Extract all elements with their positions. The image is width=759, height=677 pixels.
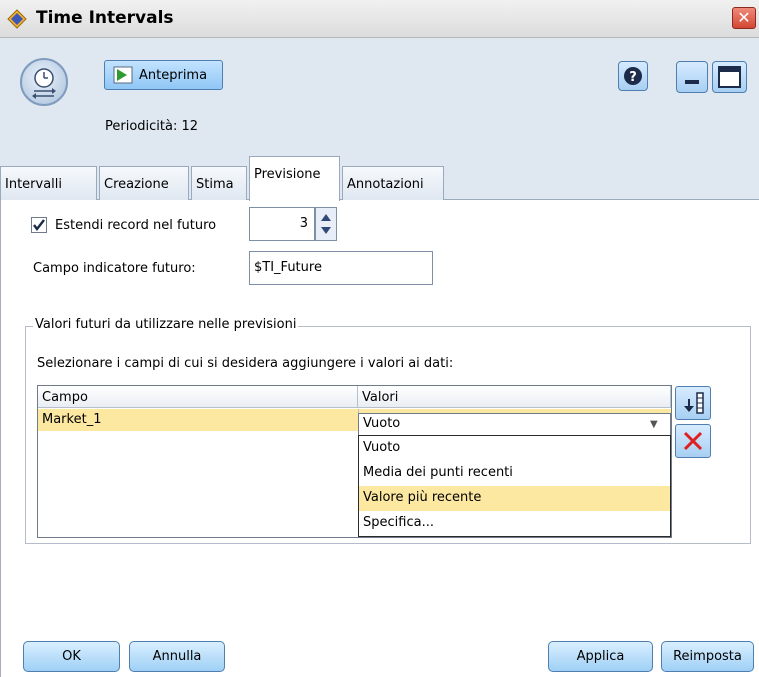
- checkmark-icon: [33, 219, 45, 231]
- periodicity-label: Periodicità: 12: [105, 119, 199, 134]
- preview-button[interactable]: Anteprima: [104, 60, 223, 90]
- delete-x-icon: [683, 431, 703, 451]
- spinner-arrows[interactable]: [315, 207, 337, 241]
- extend-records-label: Estendi record nel futuro: [55, 218, 217, 233]
- tab-label: Stima: [196, 177, 234, 192]
- tab-label: Creazione: [104, 177, 169, 192]
- dropdown-option[interactable]: Media dei punti recenti: [359, 461, 670, 486]
- apply-button[interactable]: Applica: [548, 641, 653, 672]
- help-icon: ?: [624, 67, 642, 85]
- preview-label: Anteprima: [139, 67, 208, 83]
- dropdown-option[interactable]: Specifica...: [359, 511, 670, 536]
- play-table-icon: [113, 66, 133, 84]
- tab-annotazioni[interactable]: Annotazioni: [342, 166, 444, 200]
- tab-label: Annotazioni: [347, 177, 424, 192]
- tab-label: Intervalli: [5, 177, 63, 192]
- reset-button[interactable]: Reimposta: [661, 641, 754, 672]
- future-records-spinner[interactable]: 3: [249, 207, 315, 241]
- maximize-button[interactable]: [712, 61, 747, 93]
- group-title: Valori futuri da utilizzare nelle previs…: [33, 317, 299, 332]
- table-cell-campo[interactable]: Market_1: [38, 409, 358, 431]
- minimize-button[interactable]: [676, 61, 708, 93]
- spinner-up-down-icon: [321, 214, 331, 234]
- dropdown-option-highlighted[interactable]: Valore più recente: [359, 486, 670, 511]
- svg-text:?: ?: [629, 70, 637, 85]
- dropdown-option[interactable]: Vuoto: [359, 436, 670, 461]
- field-picker-icon: [684, 392, 704, 414]
- chevron-down-icon[interactable]: ▼: [650, 419, 658, 430]
- close-icon: ✕: [737, 8, 751, 27]
- minimize-icon: [685, 80, 699, 84]
- cancel-button[interactable]: Annulla: [129, 641, 225, 672]
- diamond-node-icon: [6, 8, 28, 30]
- valori-combobox[interactable]: Vuoto: [358, 413, 671, 436]
- ok-button[interactable]: OK: [23, 641, 120, 672]
- tab-stima[interactable]: Stima: [191, 166, 247, 200]
- add-field-button[interactable]: [675, 386, 711, 420]
- window-title: Time Intervals: [36, 8, 174, 28]
- help-button[interactable]: ?: [618, 61, 648, 91]
- column-header-valori[interactable]: Valori: [358, 386, 671, 408]
- future-field-label: Campo indicatore futuro:: [33, 261, 196, 276]
- column-header-campo[interactable]: Campo: [38, 386, 358, 408]
- tab-label: Previsione: [254, 167, 321, 182]
- tab-creazione[interactable]: Creazione: [99, 166, 189, 200]
- close-button[interactable]: ✕: [732, 7, 756, 29]
- tab-intervalli[interactable]: Intervalli: [0, 166, 97, 200]
- delete-field-button[interactable]: [675, 424, 711, 458]
- extend-records-checkbox[interactable]: [31, 217, 47, 233]
- group-instruction: Selezionare i campi di cui si desidera a…: [37, 356, 454, 371]
- clock-arrows-icon: [20, 58, 68, 106]
- maximize-icon: [718, 66, 741, 88]
- future-field-input[interactable]: $TI_Future: [249, 251, 433, 285]
- tab-previsione[interactable]: Previsione: [249, 156, 340, 201]
